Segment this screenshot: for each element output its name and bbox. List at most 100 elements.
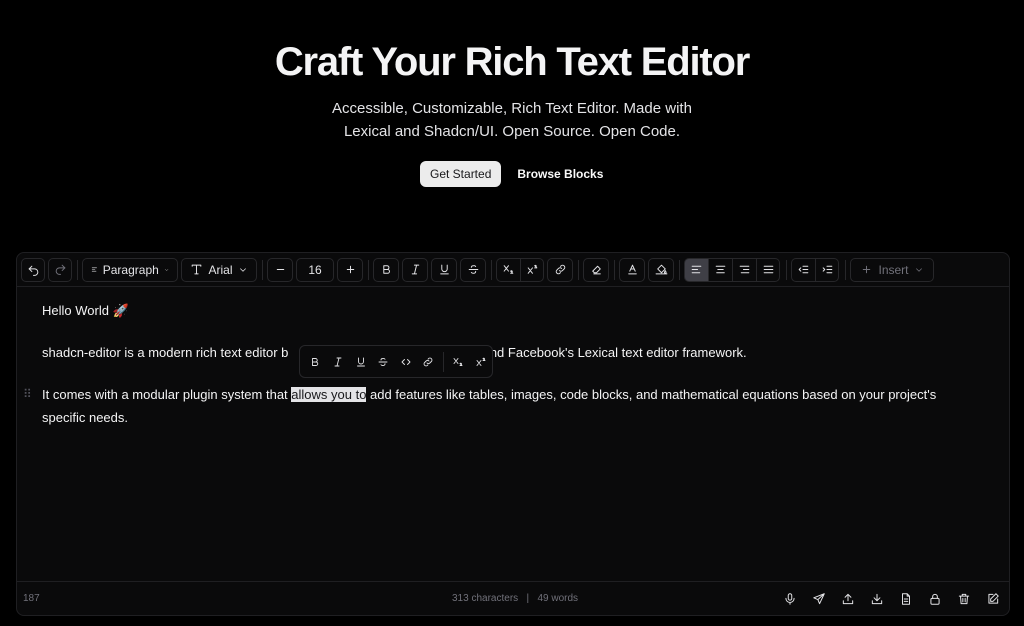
block-type-select[interactable]: Paragraph xyxy=(82,257,178,282)
rich-text-editor: Paragraph Arial 16 Insert Hello World 🚀 … xyxy=(16,252,1010,616)
float-link-button[interactable] xyxy=(417,350,440,373)
strikethrough-button[interactable] xyxy=(460,257,486,282)
block-type-label: Paragraph xyxy=(102,262,159,277)
paragraph-1-start: shadcn-editor is a modern rich text edit… xyxy=(42,345,289,360)
edit-button[interactable] xyxy=(984,590,1001,607)
outdent-button[interactable] xyxy=(791,257,815,282)
superscript-icon xyxy=(527,264,537,274)
hero-buttons: Get Started Browse Blocks xyxy=(420,161,611,187)
clear-formatting-button[interactable] xyxy=(583,257,609,282)
font-family-select[interactable]: Arial xyxy=(181,257,257,282)
toolbar-divider xyxy=(614,259,615,280)
background-color-button[interactable] xyxy=(648,257,674,282)
superscript-icon xyxy=(476,357,486,366)
underline-icon xyxy=(439,264,449,275)
paint-bucket-icon xyxy=(655,264,667,275)
alignment-group xyxy=(684,257,780,282)
microphone-button[interactable] xyxy=(781,590,798,607)
toolbar-divider xyxy=(491,259,492,280)
hero-title: Craft Your Rich Text Editor xyxy=(274,40,751,84)
link-icon xyxy=(424,357,433,366)
send-button[interactable] xyxy=(810,590,827,607)
download-icon xyxy=(871,593,882,604)
decrease-font-size-button[interactable] xyxy=(267,257,293,282)
word-count: 49 words xyxy=(537,593,579,604)
increase-font-size-button[interactable] xyxy=(337,257,363,282)
float-underline-button[interactable] xyxy=(349,350,372,373)
subscript-icon xyxy=(453,357,463,366)
insert-dropdown[interactable]: Insert xyxy=(850,257,934,282)
plus-icon xyxy=(863,265,871,274)
underline-button[interactable] xyxy=(431,257,457,282)
code-icon xyxy=(401,358,411,365)
align-left-button[interactable] xyxy=(684,257,708,282)
outdent-icon xyxy=(798,265,809,274)
lock-button[interactable] xyxy=(926,590,943,607)
character-count: 313 characters xyxy=(452,593,519,604)
indent-button[interactable] xyxy=(815,257,839,282)
drag-handle-icon[interactable]: ⠿ xyxy=(23,387,32,401)
link-button[interactable] xyxy=(547,257,573,282)
toolbar-divider xyxy=(262,259,263,280)
editor-footer: 187 313 characters | 49 words xyxy=(17,581,1009,615)
chevron-down-icon xyxy=(239,267,246,272)
toolbar-divider xyxy=(578,259,579,280)
toolbar-divider xyxy=(679,259,680,280)
italic-button[interactable] xyxy=(402,257,428,282)
upload-icon xyxy=(842,593,853,604)
superscript-button[interactable] xyxy=(520,257,544,282)
float-strikethrough-button[interactable] xyxy=(372,350,395,373)
chevron-down-icon xyxy=(915,267,922,272)
export-file-button[interactable] xyxy=(897,590,914,607)
float-italic-button[interactable] xyxy=(327,350,350,373)
toolbar-divider xyxy=(77,259,78,280)
hero-subtitle-line1: Accessible, Customizable, Rich Text Edit… xyxy=(332,100,692,117)
paragraph-2[interactable]: It comes with a modular plugin system th… xyxy=(42,383,992,429)
float-subscript-button[interactable] xyxy=(447,350,470,373)
type-icon xyxy=(192,264,202,275)
file-text-icon xyxy=(901,592,910,605)
get-started-button[interactable]: Get Started xyxy=(420,161,502,187)
indent-group xyxy=(791,257,839,282)
float-divider xyxy=(442,351,444,372)
align-center-icon xyxy=(715,265,726,274)
strikethrough-icon xyxy=(378,357,388,366)
align-center-button[interactable] xyxy=(708,257,732,282)
hero-subtitle-line2: Lexical and Shadcn/UI. Open Source. Open… xyxy=(343,123,681,140)
indent-icon xyxy=(822,265,832,274)
eraser-icon xyxy=(591,265,601,275)
font-color-button[interactable] xyxy=(619,257,645,282)
subscript-icon xyxy=(503,265,514,274)
redo-button[interactable] xyxy=(48,257,72,282)
subscript-button[interactable] xyxy=(496,257,520,282)
edit-icon xyxy=(987,592,999,604)
upload-button[interactable] xyxy=(839,590,856,607)
align-left-icon xyxy=(691,265,702,274)
toolbar-divider xyxy=(845,259,846,280)
float-code-button[interactable] xyxy=(395,350,418,373)
align-justify-button[interactable] xyxy=(756,257,780,282)
send-icon xyxy=(812,592,825,604)
align-right-button[interactable] xyxy=(732,257,756,282)
redo-icon xyxy=(55,264,65,275)
delete-button[interactable] xyxy=(955,590,972,607)
heading-paragraph[interactable]: Hello World 🚀 xyxy=(42,299,129,322)
paragraph-2-before: It comes with a modular plugin system th… xyxy=(42,387,292,402)
font-size-input[interactable]: 16 xyxy=(296,257,334,282)
trash-icon xyxy=(958,593,969,604)
toolbar-divider xyxy=(368,259,369,280)
paragraph-2-line2: specific needs. xyxy=(42,410,128,425)
download-button[interactable] xyxy=(868,590,885,607)
browse-blocks-button[interactable]: Browse Blocks xyxy=(509,161,611,187)
line-number: 187 xyxy=(23,593,40,604)
bold-button[interactable] xyxy=(373,257,399,282)
link-icon xyxy=(555,264,565,275)
undo-button[interactable] xyxy=(21,258,45,282)
bold-icon xyxy=(312,357,319,366)
minus-icon xyxy=(276,269,284,270)
editor-toolbar: Paragraph Arial 16 Insert xyxy=(17,253,1009,287)
undo-icon xyxy=(28,265,38,276)
float-bold-button[interactable] xyxy=(304,350,327,373)
editor-content[interactable]: Hello World 🚀 shadcn-editor is a modern … xyxy=(17,287,1009,581)
float-superscript-button[interactable] xyxy=(469,350,492,373)
